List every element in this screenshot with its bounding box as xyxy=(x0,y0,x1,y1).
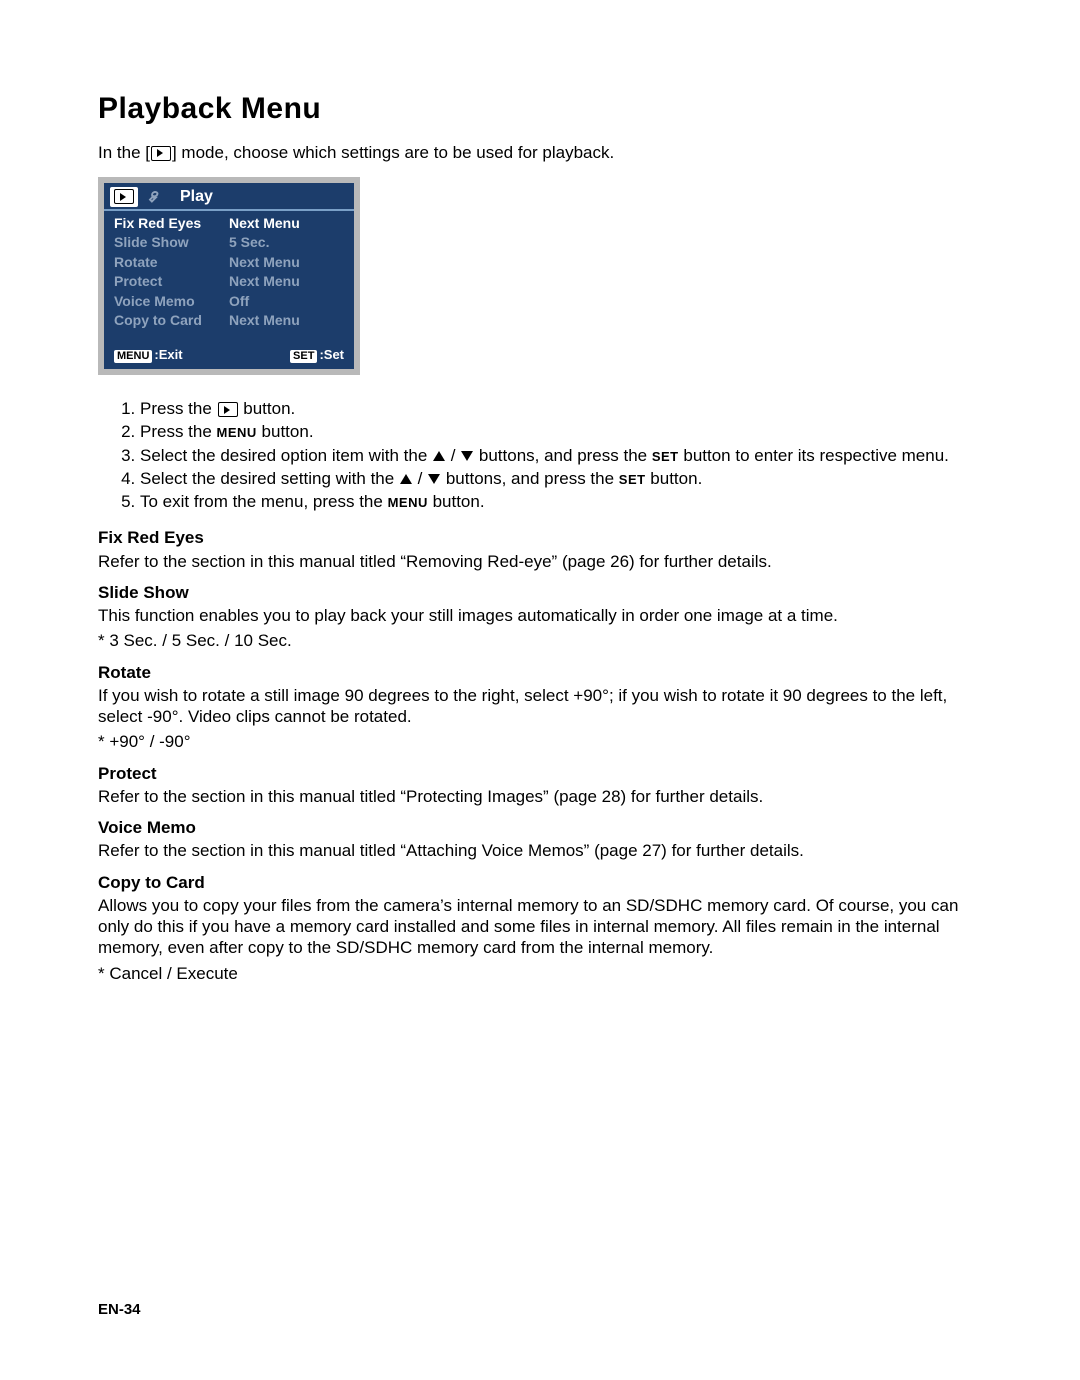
lcd-row-label: Rotate xyxy=(114,254,229,272)
intro-line: In the [ ] mode, choose which settings ar… xyxy=(98,142,982,163)
step-text: buttons, and press the xyxy=(441,469,619,488)
lcd-exit-label: :Exit xyxy=(154,347,182,362)
lcd-row-value: Next Menu xyxy=(229,254,344,272)
section-copy-to-card: Copy to Card Allows you to copy your fil… xyxy=(98,872,982,984)
play-mode-icon xyxy=(151,146,171,161)
down-arrow-icon xyxy=(461,451,473,461)
section-heading: Fix Red Eyes xyxy=(98,527,982,548)
lcd-row-protect: Protect Next Menu xyxy=(104,272,354,292)
lcd-title: Play xyxy=(180,187,213,207)
step-text: button. xyxy=(257,422,314,441)
section-slide-show: Slide Show This function enables you to … xyxy=(98,582,982,652)
lcd-row-voice-memo: Voice Memo Off xyxy=(104,292,354,312)
lcd-row-label: Voice Memo xyxy=(114,293,229,311)
step-text: To exit from the menu, press the xyxy=(140,492,388,511)
section-body: Refer to the section in this manual titl… xyxy=(98,840,982,861)
section-rotate: Rotate If you wish to rotate a still ima… xyxy=(98,662,982,753)
set-label: SET xyxy=(619,472,646,487)
step-2: Press the MENU button. xyxy=(140,420,982,443)
step-5: To exit from the menu, press the MENU bu… xyxy=(140,490,982,513)
set-label: SET xyxy=(652,449,679,464)
camera-lcd: Play Fix Red Eyes Next Menu Slide Show 5… xyxy=(98,177,360,375)
up-arrow-icon xyxy=(433,451,445,461)
menu-chip: MENU xyxy=(114,350,152,363)
lcd-row-label: Copy to Card xyxy=(114,312,229,330)
step-text: button. xyxy=(428,492,485,511)
section-options: * 3 Sec. / 5 Sec. / 10 Sec. xyxy=(98,630,982,651)
lcd-row-value: Off xyxy=(229,293,344,311)
lcd-row-rotate: Rotate Next Menu xyxy=(104,253,354,273)
lcd-row-copy-to-card: Copy to Card Next Menu xyxy=(104,311,354,331)
lcd-tab-setup xyxy=(142,187,170,207)
step-text: button. xyxy=(646,469,703,488)
step-3: Select the desired option item with the … xyxy=(140,444,982,467)
lcd-exit: MENU:Exit xyxy=(114,347,183,363)
up-arrow-icon xyxy=(400,474,412,484)
section-heading: Protect xyxy=(98,763,982,784)
menu-label: MENU xyxy=(388,495,428,510)
section-heading: Slide Show xyxy=(98,582,982,603)
lcd-inner: Play Fix Red Eyes Next Menu Slide Show 5… xyxy=(104,183,354,369)
lcd-row-value: Next Menu xyxy=(229,273,344,291)
section-protect: Protect Refer to the section in this man… xyxy=(98,763,982,808)
section-body: This function enables you to play back y… xyxy=(98,605,982,626)
page-footer: EN-34 xyxy=(98,1301,141,1320)
section-heading: Copy to Card xyxy=(98,872,982,893)
lcd-set-label: :Set xyxy=(319,347,344,362)
play-mode-icon xyxy=(218,402,238,417)
step-text: buttons, and press the xyxy=(474,446,652,465)
document-page: Playback Menu In the [ ] mode, choose whi… xyxy=(0,0,1080,1380)
step-text: button. xyxy=(239,399,296,418)
step-1: Press the button. xyxy=(140,397,982,420)
step-text: Press the xyxy=(140,399,217,418)
lcd-tabs: Play xyxy=(104,183,354,211)
section-heading: Voice Memo xyxy=(98,817,982,838)
play-mode-icon xyxy=(114,189,134,204)
lcd-set: SET:Set xyxy=(290,347,344,363)
lcd-row-value: Next Menu xyxy=(229,215,344,233)
lcd-row-fix-red-eyes: Fix Red Eyes Next Menu xyxy=(104,214,354,234)
lcd-row-slide-show: Slide Show 5 Sec. xyxy=(104,233,354,253)
section-options: * +90° / -90° xyxy=(98,731,982,752)
section-body: Refer to the section in this manual titl… xyxy=(98,786,982,807)
lcd-row-label: Fix Red Eyes xyxy=(114,215,229,233)
set-chip: SET xyxy=(290,350,317,363)
step-text: / xyxy=(446,446,460,465)
lcd-tab-play xyxy=(110,187,138,207)
intro-before: In the [ xyxy=(98,143,150,162)
section-body: Refer to the section in this manual titl… xyxy=(98,551,982,572)
down-arrow-icon xyxy=(428,474,440,484)
step-text: / xyxy=(413,469,427,488)
step-text: Select the desired setting with the xyxy=(140,469,399,488)
step-text: button to enter its respective menu. xyxy=(679,446,949,465)
section-fix-red-eyes: Fix Red Eyes Refer to the section in thi… xyxy=(98,527,982,572)
section-body: If you wish to rotate a still image 90 d… xyxy=(98,685,982,728)
lcd-bottom: MENU:Exit SET:Set xyxy=(104,347,354,365)
lcd-row-label: Protect xyxy=(114,273,229,291)
step-text: Press the xyxy=(140,422,217,441)
intro-after: ] mode, choose which settings are to be … xyxy=(172,143,614,162)
lcd-rows: Fix Red Eyes Next Menu Slide Show 5 Sec.… xyxy=(104,211,354,337)
lcd-row-label: Slide Show xyxy=(114,234,229,252)
section-options: * Cancel / Execute xyxy=(98,963,982,984)
page-title: Playback Menu xyxy=(98,90,982,128)
step-4: Select the desired setting with the / bu… xyxy=(140,467,982,490)
steps-list: Press the button. Press the MENU button.… xyxy=(98,397,982,513)
menu-label: MENU xyxy=(217,425,257,440)
section-heading: Rotate xyxy=(98,662,982,683)
lcd-row-value: 5 Sec. xyxy=(229,234,344,252)
section-voice-memo: Voice Memo Refer to the section in this … xyxy=(98,817,982,862)
lcd-row-value: Next Menu xyxy=(229,312,344,330)
section-body: Allows you to copy your files from the c… xyxy=(98,895,982,959)
step-text: Select the desired option item with the xyxy=(140,446,432,465)
